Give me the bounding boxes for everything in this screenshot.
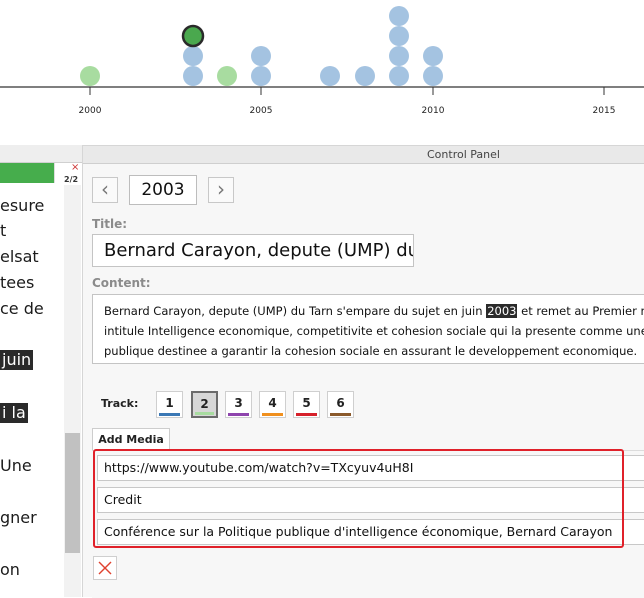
sidebar-text-fragment: Une (0, 456, 32, 475)
track-label: Track: (101, 397, 139, 410)
timeline-event-dot[interactable] (251, 66, 271, 86)
timeline-event-dot[interactable] (423, 46, 443, 66)
timeline-event-dot[interactable] (423, 66, 443, 86)
delete-media-button[interactable] (93, 556, 117, 580)
sidebar-header-strip (0, 145, 82, 163)
track-button-4[interactable]: 4 (259, 391, 286, 418)
track-color-bar (296, 413, 317, 416)
timeline-event-dot[interactable] (389, 46, 409, 66)
track-number: 2 (200, 397, 209, 411)
timeline-event-dot[interactable] (389, 26, 409, 46)
timeline-event-dot[interactable] (217, 66, 237, 86)
content-textarea[interactable]: Bernard Carayon, depute (UMP) du Tarn s'… (92, 294, 644, 364)
track-number: 1 (165, 396, 174, 410)
sidebar-active-bar (0, 163, 54, 183)
timeline-canvas[interactable]: 2000 2005 2010 2015 (0, 0, 644, 145)
media-credit-input[interactable]: Credit (97, 487, 644, 513)
title-input[interactable]: Bernard Carayon, depute (UMP) du (92, 234, 414, 267)
timeline-event-dot[interactable] (80, 66, 100, 86)
timeline-tick-label: 2015 (593, 106, 616, 116)
media-caption-input[interactable]: Conférence sur la Politique publique d'i… (97, 519, 644, 545)
event-year-display: 2003 (129, 175, 197, 205)
track-button-6[interactable]: 6 (327, 391, 354, 418)
close-x-icon (98, 561, 112, 575)
add-media-tab[interactable]: Add Media (92, 428, 170, 450)
sidebar-text-fragment: esure (0, 196, 45, 215)
sidebar-text-fragment: t (0, 221, 7, 240)
control-panel: Control Panel ‹ 2003 › Title: Bernard Ca… (83, 145, 644, 598)
content-line: Bernard Carayon, depute (UMP) du Tarn s'… (104, 301, 644, 321)
timeline-event-dot[interactable] (355, 66, 375, 86)
timeline-event-dot-selected[interactable] (181, 24, 205, 48)
track-number: 5 (302, 396, 311, 410)
track-button-1[interactable]: 1 (156, 391, 183, 418)
content-line: publique destinee a garantir la cohesion… (104, 344, 638, 358)
sidebar-text-highlight: juin (0, 350, 34, 370)
content-text: et remet au Premier ministre un rapport (521, 304, 644, 318)
content-line: intitule Intelligence economique, compet… (104, 324, 644, 338)
track-color-bar (330, 413, 351, 416)
story-sidebar: × 2/2 esure t elsat tees ce de juin i la… (0, 145, 83, 597)
sidebar-text-fragment: ce de (0, 299, 44, 318)
track-color-bar (159, 413, 180, 416)
sidebar-page-counter: 2/2 (64, 175, 79, 184)
sidebar-text-fragment: gner (0, 508, 37, 527)
previous-event-button[interactable]: ‹ (92, 177, 118, 203)
track-button-2[interactable]: 2 (191, 391, 218, 418)
control-panel-header: Control Panel (83, 145, 644, 164)
title-label: Title: (92, 217, 128, 231)
timeline-event-dot[interactable] (183, 46, 203, 66)
content-text: Bernard Carayon, depute (UMP) du Tarn s'… (104, 304, 487, 318)
timeline-event-dot[interactable] (251, 46, 271, 66)
chevron-right-icon: › (217, 177, 225, 201)
timeline-event-dot[interactable] (320, 66, 340, 86)
timeline[interactable]: 2000 2005 2010 2015 (0, 0, 644, 145)
chevron-left-icon: ‹ (101, 177, 109, 201)
control-panel-title: Control Panel (427, 148, 500, 161)
timeline-event-dot[interactable] (389, 66, 409, 86)
timeline-tick-label: 2005 (250, 106, 273, 116)
track-number: 3 (234, 396, 243, 410)
sidebar-scrollbar-thumb[interactable] (65, 433, 80, 553)
track-number: 4 (268, 396, 277, 410)
media-url-input[interactable]: https://www.youtube.com/watch?v=TXcyuv4u… (97, 455, 644, 481)
track-button-3[interactable]: 3 (225, 391, 252, 418)
sidebar-text-fragment: elsat (0, 247, 39, 266)
track-number: 6 (336, 396, 345, 410)
timeline-event-dot[interactable] (183, 66, 203, 86)
sidebar-text-highlight: i la (0, 403, 28, 423)
timeline-tick-label: 2010 (422, 106, 445, 116)
timeline-tick-label: 2000 (79, 106, 102, 116)
content-selected-text: 2003 (486, 304, 518, 318)
content-label: Content: (92, 276, 151, 290)
sidebar-text-fragment: tees (0, 273, 35, 292)
track-color-bar (228, 413, 249, 416)
track-color-bar (195, 412, 214, 415)
sidebar-text-fragment: on (0, 560, 20, 579)
track-button-5[interactable]: 5 (293, 391, 320, 418)
close-icon[interactable]: × (71, 163, 79, 173)
next-event-button[interactable]: › (208, 177, 234, 203)
timeline-event-dot[interactable] (389, 6, 409, 26)
track-color-bar (262, 413, 283, 416)
